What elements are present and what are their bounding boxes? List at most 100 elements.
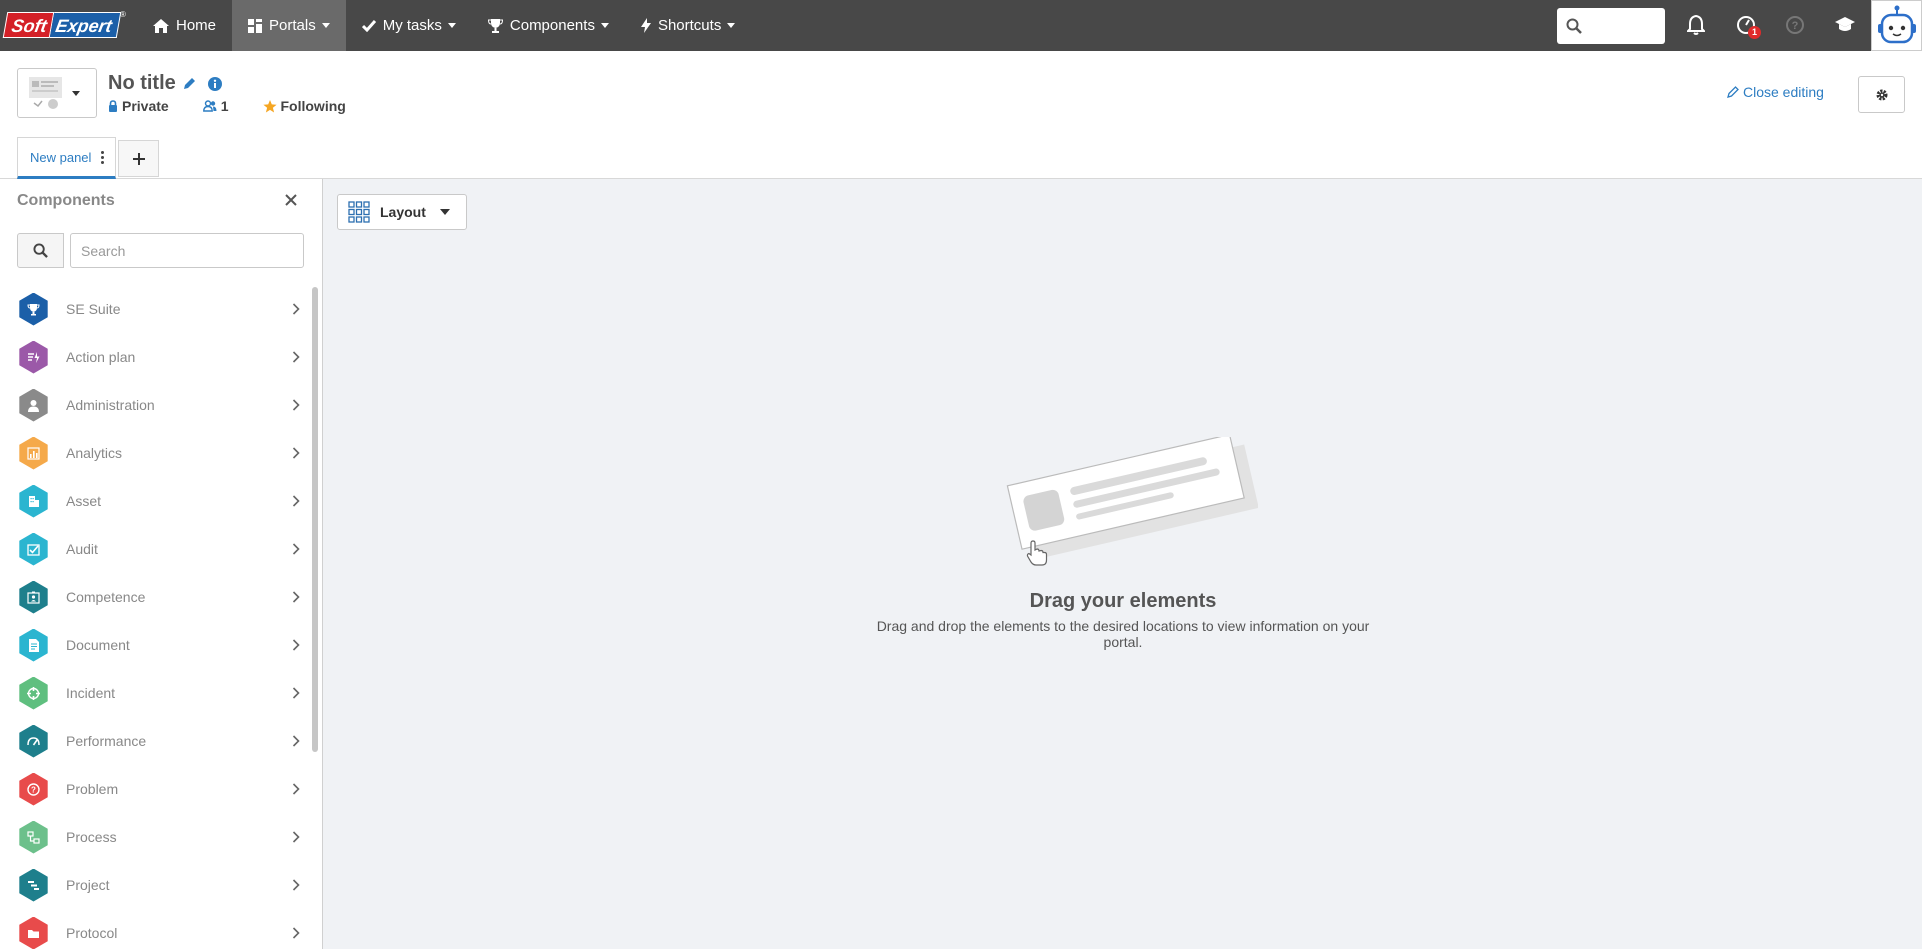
sidebar-item-document[interactable]: Document [0, 621, 312, 669]
sidebar-item-label: Incident [66, 685, 116, 701]
sidebar-item-process[interactable]: Process [0, 813, 312, 861]
top-navigation-bar: Soft Expert ® Home Portals My tasks Compon… [0, 0, 1922, 51]
close-icon [285, 194, 297, 206]
help-button[interactable]: ? [1782, 12, 1808, 38]
chevron-down-icon [72, 90, 80, 96]
component-category-list: SE Suite Action plan Administration Analyti… [0, 285, 312, 949]
nav-portals[interactable]: Portals [232, 0, 346, 51]
close-sidebar-button[interactable] [285, 190, 297, 210]
privacy-status[interactable]: Private [108, 98, 169, 114]
following-status[interactable]: Following [262, 98, 346, 114]
main-menu: Home Portals My tasks Components Shortcu… [137, 0, 751, 51]
global-search-input[interactable] [1557, 8, 1665, 44]
chevron-right-icon [292, 350, 300, 368]
logo-expert-text: Expert [49, 12, 122, 38]
softexpert-logo[interactable]: Soft Expert ® [2, 10, 127, 40]
chevron-right-icon [292, 878, 300, 896]
layout-label: Layout [380, 204, 426, 220]
problem-icon: ? [19, 772, 48, 806]
components-sidebar: Components SE Suite Action plan Administra… [0, 179, 323, 949]
add-tab-button[interactable] [118, 140, 159, 177]
sidebar-item-label: Audit [66, 541, 98, 557]
portal-header: No title Private 1 Following Close editi… [0, 51, 1922, 179]
svg-text:?: ? [1792, 20, 1799, 32]
close-editing-label: Close editing [1743, 84, 1824, 100]
star-icon [262, 99, 277, 112]
chevron-down-icon [600, 23, 609, 28]
sidebar-title: Components [17, 192, 115, 209]
component-search-input[interactable] [70, 233, 304, 268]
performance-icon [19, 724, 48, 758]
search-button[interactable] [17, 233, 64, 268]
logo-soft-text: Soft [2, 12, 55, 38]
sidebar-item-label: Project [66, 877, 110, 893]
nav-my-tasks[interactable]: My tasks [346, 0, 472, 51]
nav-shortcuts[interactable]: Shortcuts [625, 0, 751, 51]
tab-new-panel-label: New panel [30, 149, 92, 165]
info-icon [207, 76, 222, 91]
grid-icon [348, 201, 370, 223]
lock-icon [109, 100, 117, 112]
learning-button[interactable] [1832, 12, 1858, 38]
help-icon: ? [1786, 16, 1804, 34]
following-label: Following [280, 98, 346, 114]
audit-icon [19, 532, 48, 566]
chevron-down-icon [727, 23, 736, 28]
sidebar-item-label: Analytics [66, 445, 123, 461]
pencil-icon [1727, 86, 1739, 98]
edit-title-button[interactable] [183, 77, 196, 90]
chevron-right-icon [292, 494, 300, 512]
sidebar-item-label: Competence [66, 589, 146, 605]
sidebar-item-analytics[interactable]: Analytics [0, 429, 312, 477]
chevron-right-icon [292, 446, 300, 464]
members-count[interactable]: 1 [202, 98, 229, 114]
chevron-down-icon [447, 23, 456, 28]
nav-home-label: Home [176, 17, 217, 34]
asset-icon [19, 484, 48, 518]
sidebar-item-audit[interactable]: Audit [0, 525, 312, 573]
assistant-bot-button[interactable] [1871, 0, 1922, 51]
drag-elements-illustration [998, 433, 1259, 572]
bolt-icon [640, 18, 651, 33]
layout-dropdown[interactable]: Layout [337, 194, 467, 230]
sidebar-item-label: Problem [66, 781, 119, 797]
sidebar-item-protocol[interactable]: Protocol [0, 909, 312, 949]
sidebar-item-label: SE Suite [66, 301, 121, 317]
nav-components[interactable]: Components [472, 0, 625, 51]
document-icon [19, 628, 48, 662]
members-count-label: 1 [220, 98, 229, 114]
portal-canvas: Layout Drag your elements Drag and drop … [323, 179, 1922, 949]
tab-options-icon[interactable] [101, 150, 105, 164]
incident-icon [19, 676, 48, 710]
sidebar-item-label: Document [66, 637, 130, 653]
settings-button[interactable] [1858, 76, 1905, 113]
nav-home[interactable]: Home [137, 0, 232, 51]
info-button[interactable] [207, 76, 222, 91]
tab-new-panel[interactable]: New panel [17, 137, 116, 179]
page-title: No title [108, 72, 222, 95]
sidebar-item-problem[interactable]: ? Problem [0, 765, 312, 813]
sidebar-item-project[interactable]: Project [0, 861, 312, 909]
search-icon [1566, 18, 1582, 34]
check-icon [361, 19, 376, 32]
sidebar-item-performance[interactable]: Performance [0, 717, 312, 765]
sidebar-item-administration[interactable]: Administration [0, 381, 312, 429]
sidebar-item-competence[interactable]: Competence [0, 573, 312, 621]
analytics-icon [19, 436, 48, 470]
gear-icon [1876, 89, 1887, 100]
sidebar-item-incident[interactable]: Incident [0, 669, 312, 717]
project-icon [19, 868, 48, 902]
portal-thumbnail-dropdown[interactable] [17, 68, 97, 118]
chevron-right-icon [292, 398, 300, 416]
protocol-icon [19, 916, 48, 949]
sidebar-item-action-plan[interactable]: Action plan [0, 333, 312, 381]
chevron-right-icon [292, 590, 300, 608]
sidebar-item-asset[interactable]: Asset [0, 477, 312, 525]
home-icon [153, 18, 169, 33]
users-icon [202, 100, 217, 112]
sidebar-scrollbar[interactable] [312, 287, 318, 752]
tasks-gauge-button[interactable]: 1 [1733, 12, 1761, 39]
notifications-button[interactable] [1683, 12, 1709, 38]
sidebar-item-se-suite[interactable]: SE Suite [0, 285, 312, 333]
close-editing-link[interactable]: Close editing [1727, 84, 1824, 100]
